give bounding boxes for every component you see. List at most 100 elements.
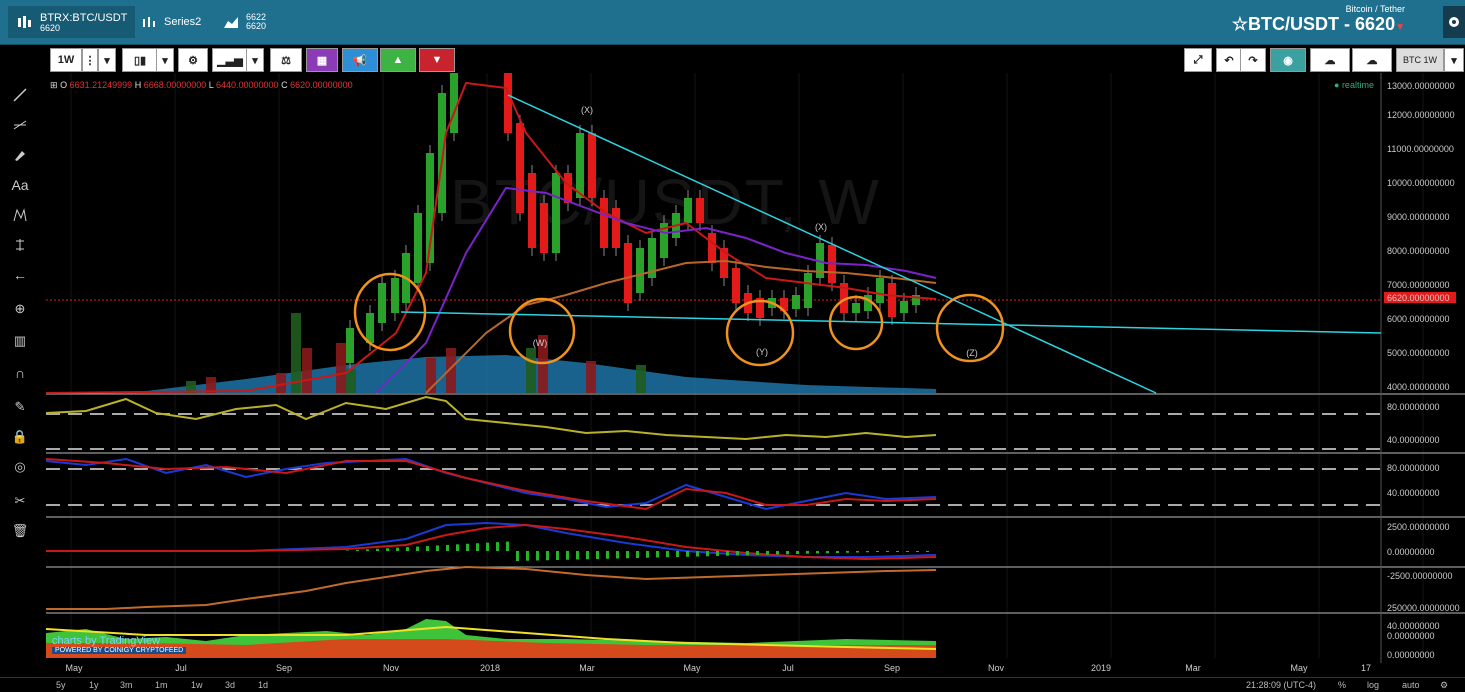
macd-histogram-bar xyxy=(376,548,379,551)
macd-histogram-bar xyxy=(896,551,899,552)
candle-body xyxy=(564,173,572,203)
tradingview-logo[interactable]: charts by TradingView POWERED BY COINIGY… xyxy=(52,635,187,654)
time-axis-label: May xyxy=(683,663,701,673)
ind2-axis-label: 80.00000000 xyxy=(1387,463,1440,473)
macd-histogram-bar xyxy=(476,543,479,551)
indicators-button[interactable]: ▁▃▅ xyxy=(212,48,248,72)
tab-btrx-btc-usdt[interactable]: BTRX:BTC/USDT 6620 xyxy=(8,6,136,38)
pair-title-text: BTC/USDT - 6620 xyxy=(1248,14,1396,34)
tab-series2[interactable]: Series2 xyxy=(140,6,201,38)
zoom-tool[interactable]: ⊕ xyxy=(8,297,32,321)
price-axis-label: 13000.00000000 xyxy=(1387,81,1455,91)
camera-icon: ◉ xyxy=(1283,54,1293,67)
cloud-download-button[interactable]: ☁ xyxy=(1310,48,1350,72)
o-value: 6631.21249999 xyxy=(69,80,133,90)
interval-more-icon[interactable]: ⋮ xyxy=(82,48,98,72)
sell-button[interactable]: ▼ xyxy=(419,48,455,72)
l-value: 6440.00000000 xyxy=(215,80,279,90)
range-5y[interactable]: 5y xyxy=(56,680,66,690)
chart-canvas[interactable]: 13000.00000000 12000.00000000 11000.000000… xyxy=(46,73,1465,677)
volume-bar xyxy=(276,373,286,393)
ind1-line xyxy=(46,395,937,441)
cloud-upload-button[interactable]: ☁ xyxy=(1352,48,1392,72)
candle-body xyxy=(600,198,608,248)
text-tool[interactable]: Aa xyxy=(8,173,32,197)
hide-tool[interactable]: ◎ xyxy=(8,455,32,479)
range-1m[interactable]: 1m xyxy=(155,680,168,690)
brush-icon xyxy=(15,151,25,161)
macd-histogram-bar xyxy=(646,551,649,558)
macd-histogram-bar xyxy=(796,551,799,554)
macd-histogram-bar xyxy=(916,551,919,552)
undo-button[interactable]: ↶ xyxy=(1216,48,1242,72)
gear-icon xyxy=(1449,17,1459,27)
range-3d[interactable]: 3d xyxy=(225,680,235,690)
pair-subtitle: Bitcoin / Tether xyxy=(1345,4,1405,14)
log-toggle[interactable]: log xyxy=(1367,680,1379,690)
candle-body xyxy=(438,93,446,213)
magnet-tool[interactable]: ∩ xyxy=(8,361,32,385)
compare-button[interactable]: ⚖ xyxy=(270,48,302,72)
tab-area-series[interactable]: 6622 6620 xyxy=(222,6,266,38)
macd-histogram-bar xyxy=(596,551,599,559)
fullscreen-button[interactable]: ⤢ xyxy=(1184,48,1212,72)
gear-button[interactable]: ⚙ xyxy=(178,48,208,72)
time-axis-label: Jul xyxy=(782,663,794,673)
macd-histogram-bar xyxy=(906,551,909,552)
redo-button[interactable]: ↷ xyxy=(1240,48,1266,72)
chart-type-button[interactable]: ▯▮ xyxy=(122,48,158,72)
legend-toggle-icon[interactable]: ⊞ xyxy=(50,80,58,90)
buy-button[interactable]: ▲ xyxy=(380,48,416,72)
measure-tool[interactable] xyxy=(8,233,32,257)
trash-tool[interactable]: 🗑 xyxy=(8,519,32,543)
wave-label: (W) xyxy=(533,338,548,348)
remove-tools[interactable]: ✂ xyxy=(8,489,32,513)
logo-line2: POWERED BY COINIGY CRYPTOFEED xyxy=(52,647,187,654)
pattern-tool[interactable] xyxy=(8,203,32,227)
undo-icon: ↶ xyxy=(1224,54,1234,67)
candle-body xyxy=(588,133,596,198)
ind4-line xyxy=(46,565,937,610)
percent-toggle[interactable]: % xyxy=(1338,680,1346,690)
cube-button[interactable]: ▦ xyxy=(306,48,338,72)
stay-drawing-tool[interactable]: ✎ xyxy=(8,395,32,419)
h-value: 6668.00000000 xyxy=(143,80,207,90)
range-1w[interactable]: 1w xyxy=(191,680,203,690)
lock-tool[interactable]: 🔒 xyxy=(8,425,32,449)
settings-gear-button[interactable] xyxy=(1443,6,1465,38)
line-tool[interactable] xyxy=(8,83,32,107)
chart-type-dropdown-icon[interactable]: ▾ xyxy=(156,48,174,72)
price-axis-label: 10000.00000000 xyxy=(1387,178,1455,188)
back-tool[interactable]: ← xyxy=(8,263,32,287)
logo-line1: charts by TradingView xyxy=(52,635,161,647)
interval-dropdown-icon[interactable]: ▾ xyxy=(98,48,116,72)
more-dropdown-icon[interactable]: ▾ xyxy=(1444,48,1464,72)
announce-button[interactable]: 📢 xyxy=(342,48,378,72)
h-label: H xyxy=(134,80,142,90)
interval-button[interactable]: 1W xyxy=(50,48,82,72)
indicators-dropdown-icon[interactable]: ▾ xyxy=(246,48,264,72)
settings-gear-small-icon[interactable]: ⚙ xyxy=(1440,680,1448,691)
range-1d[interactable]: 1d xyxy=(258,680,268,690)
star-icon[interactable]: ☆ xyxy=(1232,14,1248,34)
macd-histogram-bar xyxy=(766,551,769,555)
range-1y[interactable]: 1y xyxy=(89,680,99,690)
macd-histogram-bar xyxy=(826,551,829,554)
range-3m[interactable]: 3m xyxy=(120,680,133,690)
symbol-interval-button[interactable]: BTC 1W xyxy=(1396,48,1444,72)
time-axis-label: 17 xyxy=(1361,663,1371,673)
arrow-left-icon: ← xyxy=(13,267,27,283)
brush-tool[interactable] xyxy=(8,143,32,167)
auto-toggle[interactable]: auto xyxy=(1402,680,1420,690)
macd-histogram-bar xyxy=(566,551,569,560)
measure2-tool[interactable]: ▥ xyxy=(8,329,32,353)
line-icon xyxy=(13,88,27,102)
ema-red-line xyxy=(46,81,937,394)
drawing-tools-sidebar: Aa ← ⊕ ▥ ∩ ✎ 🔒 ◎ ✂ 🗑 xyxy=(0,45,40,691)
candle-body xyxy=(804,273,812,308)
candle-body xyxy=(636,248,644,293)
fib-tool[interactable] xyxy=(8,113,32,137)
volume-bar xyxy=(302,348,312,393)
snapshot-button[interactable]: ◉ xyxy=(1270,48,1306,72)
candle-body xyxy=(346,328,354,363)
